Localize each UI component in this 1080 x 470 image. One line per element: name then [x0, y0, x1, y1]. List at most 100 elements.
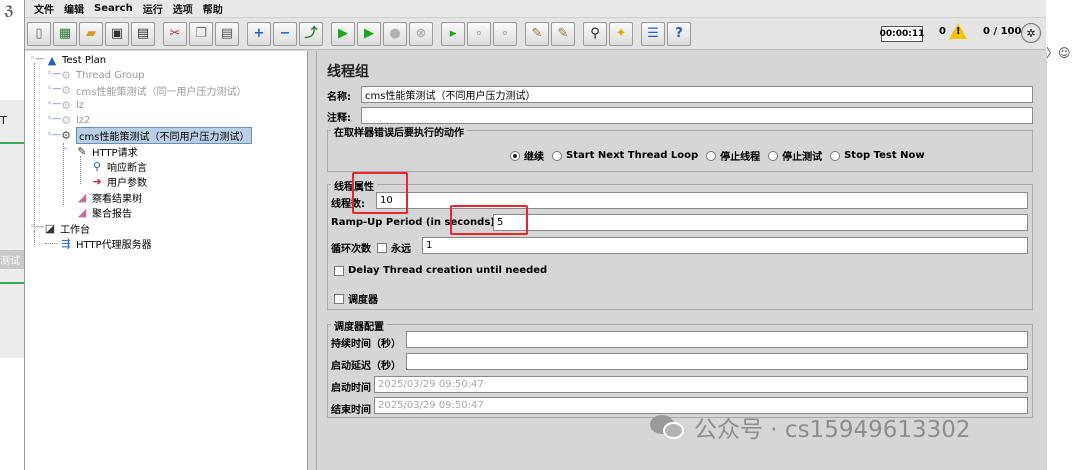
test-plan-tree: ◦— ▲ Test Plan ◦— ⚙ Thread Group ◦— ⚙ cm… [25, 51, 308, 470]
tree-node-user-parameters[interactable]: ➜ 用户参数 [90, 174, 147, 189]
save-as-icon[interactable]: ▤ [131, 21, 155, 46]
magnifier-icon: ⚲ [92, 159, 102, 173]
forever-checkbox[interactable]: 永远 [377, 240, 411, 255]
radio-stop-test-now[interactable]: Stop Test Now [830, 150, 925, 161]
save-icon[interactable]: ▣ [105, 21, 129, 46]
comment-field[interactable] [361, 107, 1033, 124]
name-field[interactable]: cms性能策测试（不同用户压力测试） [361, 86, 1033, 103]
radio-start-next-loop[interactable]: Start Next Thread Loop [552, 150, 698, 161]
tree-node-workbench[interactable]: ◪ 工作台 [43, 221, 90, 236]
outer-fragment-text: T [0, 114, 7, 127]
radio-stop-test[interactable]: 停止测试 [768, 148, 822, 163]
gear-icon: ⚙ [61, 68, 71, 82]
radio-continue[interactable]: 继续 [510, 148, 544, 163]
jmeter-window: 文件 编辑 Search 运行 选项 帮助 ▯ ▦ ▰ ▣ ▤ ✂ ❐ ▤ + … [24, 0, 1047, 470]
tree-node-test-plan[interactable]: ▲ Test Plan [45, 53, 106, 67]
clear-all-icon[interactable]: ✎ [551, 21, 575, 46]
outer-fragment-text-2: 测试 [0, 250, 24, 269]
app-logo-icon: ℨ [4, 4, 14, 19]
pencil-icon: ✎ [77, 144, 87, 158]
scheduler-config-legend: 调度器配置 [331, 318, 387, 333]
function-helper-icon[interactable]: ☰ [641, 21, 665, 46]
error-action-options: 继续 Start Next Thread Loop 停止线程 停止测试 Stop… [510, 148, 933, 163]
menu-bar: 文件 编辑 Search 运行 选项 帮助 [25, 0, 1046, 18]
remote-stop-icon[interactable]: ∘ [467, 21, 491, 46]
rampup-field[interactable]: 5 [493, 214, 1028, 231]
remote-start-icon[interactable]: ▸ [441, 21, 465, 46]
gear-icon: ⚙ [61, 83, 71, 97]
wechat-icon [650, 413, 686, 441]
tree-toggle-icon[interactable]: ◦ [63, 145, 68, 155]
workbench-icon: ◪ [44, 221, 56, 235]
start-no-pause-icon[interactable]: ▶ [357, 21, 381, 46]
outer-grey-band [0, 100, 24, 358]
tree-toggle-icon[interactable]: ◦— [30, 54, 44, 64]
paste-icon[interactable]: ▤ [215, 21, 239, 46]
start-icon[interactable]: ▶ [331, 21, 355, 46]
expand-icon[interactable]: + [247, 21, 271, 46]
outer-green-divider [0, 142, 24, 144]
toggle-icon[interactable]: ⤴ [299, 21, 323, 46]
outer-right-strip: 〉☺ [1046, 0, 1080, 470]
outer-green-divider-2 [0, 282, 24, 284]
templates-icon[interactable]: ▦ [53, 21, 77, 46]
checkbox-icon [377, 242, 387, 253]
radio-stop-thread[interactable]: 停止线程 [706, 148, 760, 163]
delay-thread-creation-checkbox[interactable]: Delay Thread creation until needed [334, 265, 547, 276]
gear-icon: ⚙ [61, 128, 71, 142]
menu-file[interactable]: 文件 [29, 1, 59, 16]
menu-search[interactable]: Search [89, 3, 138, 14]
startup-delay-label: 启动延迟（秒） [331, 361, 401, 372]
collapse-icon[interactable]: − [273, 21, 297, 46]
end-time-label: 结束时间 [331, 405, 371, 416]
loop-count-field[interactable]: 1 [422, 237, 1028, 254]
open-icon[interactable]: ▰ [79, 21, 103, 46]
search-icon[interactable]: ⚲ [583, 21, 607, 46]
tree-node-view-results-tree[interactable]: ◢ 察看结果树 [75, 190, 142, 205]
proxy-icon: ⇶ [61, 236, 71, 250]
remote-engine-icon[interactable]: ✲ [1021, 23, 1041, 43]
new-icon[interactable]: ▯ [27, 21, 51, 46]
help-icon[interactable]: ? [667, 21, 691, 46]
shutdown-icon[interactable]: ⊗ [409, 21, 433, 46]
name-label: 名称: [327, 92, 351, 103]
reset-search-icon[interactable]: ✦ [609, 21, 633, 46]
tree-node-http-request[interactable]: ✎ HTTP请求 [75, 144, 137, 159]
tree-node-http-proxy[interactable]: ⇶ HTTP代理服务器 [59, 236, 151, 251]
watermark-text: 公众号 · cs15949613302 [694, 417, 971, 443]
menu-help[interactable]: 帮助 [198, 1, 228, 16]
cut-icon[interactable]: ✂ [163, 21, 187, 46]
menu-options[interactable]: 选项 [168, 1, 198, 16]
menu-run[interactable]: 运行 [138, 1, 168, 16]
arrow-in-icon: ➜ [92, 174, 102, 188]
highlight-box-threads [352, 172, 408, 214]
start-time-field[interactable]: 2025/03/29 09:50:47 [374, 376, 1028, 393]
tree-connector [45, 243, 57, 244]
gear-icon: ⚙ [61, 113, 71, 127]
menu-edit[interactable]: 编辑 [59, 1, 89, 16]
scheduler-checkbox[interactable]: 调度器 [334, 291, 378, 306]
tree-connector [80, 156, 81, 184]
tree-node-aggregate-report[interactable]: ◢ 聚合报告 [75, 205, 132, 220]
tree-node-thread-group[interactable]: ⚙ lz2 [59, 113, 90, 127]
loop-count-label: 循环次数 [331, 244, 371, 255]
tree-node-thread-group[interactable]: ⚙ cms性能策测试（同一用户压力测试） [59, 83, 246, 98]
copy-icon[interactable]: ❐ [189, 21, 213, 46]
duration-field[interactable] [406, 331, 1028, 348]
highlight-box-rampup [450, 205, 528, 235]
panel-title: 线程组 [327, 64, 369, 80]
tree-node-response-assertion[interactable]: ⚲ 响应断言 [90, 159, 147, 174]
tree-connector [34, 231, 35, 245]
comment-label: 注释: [327, 113, 351, 124]
tree-node-thread-group[interactable]: ⚙ Thread Group [59, 68, 145, 82]
tree-node-thread-group[interactable]: ⚙ lz [59, 98, 84, 112]
radio-icon [830, 150, 841, 161]
startup-delay-field[interactable] [406, 353, 1028, 370]
stop-icon[interactable]: ● [383, 21, 407, 46]
clear-icon[interactable]: ✎ [525, 21, 549, 46]
tree-node-thread-group-selected[interactable]: ⚙ cms性能策测试（不同用户压力测试） [59, 126, 253, 144]
warning-icon[interactable] [949, 23, 967, 39]
remote-shutdown-icon[interactable]: ∘ [493, 21, 517, 46]
gear-icon: ⚙ [61, 98, 71, 112]
split-divider[interactable] [309, 51, 317, 470]
